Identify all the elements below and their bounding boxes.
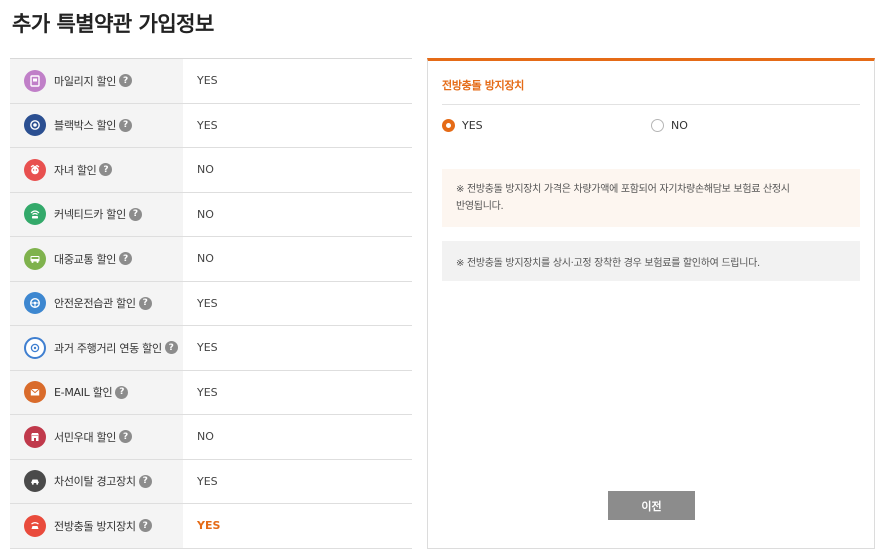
option-label: 대중교통 할인 — [54, 252, 117, 266]
option-label-cell: 차선이탈 경고장치 ? — [10, 459, 183, 503]
prev-button[interactable]: 이전 — [608, 491, 695, 520]
help-icon[interactable]: ? — [119, 74, 133, 88]
option-label-cell: 과거 주행거리 연동 할인 ? — [10, 326, 183, 370]
help-icon[interactable]: ? — [119, 430, 133, 444]
discount-option-list: 마일리지 할인 ? YES 블랙박스 할인 ? YES 자녀 할인 ? NO 커… — [10, 58, 412, 549]
option-label: 과거 주행거리 연동 할인 — [54, 341, 162, 355]
option-row-safe-driving: 안전운전습관 할인 ? YES — [10, 281, 412, 326]
option-row-email: E-MAIL 할인 ? YES — [10, 370, 412, 415]
connected-car-icon — [24, 203, 46, 226]
yes-radio-label: YES — [462, 119, 483, 132]
option-value: YES — [183, 370, 412, 414]
odometer-icon — [24, 336, 46, 359]
help-icon[interactable]: ? — [115, 385, 129, 399]
option-row-mileage: 마일리지 할인 ? YES — [10, 59, 412, 104]
help-icon[interactable]: ? — [128, 207, 142, 221]
option-row-collision-warning[interactable]: 전방충돌 방지장치 ? YES — [10, 504, 412, 549]
option-row-blackbox: 블랙박스 할인 ? YES — [10, 103, 412, 148]
help-icon[interactable]: ? — [99, 163, 113, 177]
option-label: 블랙박스 할인 — [54, 119, 117, 133]
no-radio[interactable]: NO — [651, 119, 688, 132]
option-label-cell: 블랙박스 할인 ? — [10, 103, 183, 147]
mileage-icon — [24, 69, 46, 92]
discount-notice-text: ※ 전방충돌 방지장치를 상시·고정 장착한 경우 보험료를 할인하여 드립니다… — [456, 257, 760, 269]
price-notice-line2: 반영됩니다. — [456, 201, 504, 212]
help-icon[interactable]: ? — [138, 296, 152, 310]
option-value: YES — [183, 326, 412, 370]
option-label: E-MAIL 할인 — [54, 386, 113, 400]
price-notice-line1: ※ 전방충돌 방지장치 가격은 차량가액에 포함되어 자기차량손해담보 보험료 … — [456, 184, 790, 195]
option-label-cell: E-MAIL 할인 ? — [10, 370, 183, 414]
child-icon — [24, 158, 46, 181]
option-label: 전방충돌 방지장치 — [54, 519, 136, 533]
safe-driving-icon — [24, 292, 46, 315]
option-value: YES — [183, 281, 412, 325]
page-title: 추가 특별약관 가입정보 — [12, 12, 214, 36]
option-value: YES — [183, 504, 412, 548]
radio-selected-icon — [442, 119, 455, 132]
option-value: YES — [183, 103, 412, 147]
option-label: 커넥티드카 할인 — [54, 208, 126, 222]
option-value: NO — [183, 415, 412, 459]
panel-title: 전방충돌 방지장치 — [442, 79, 525, 92]
discount-notice: ※ 전방충돌 방지장치를 상시·고정 장착한 경우 보험료를 할인하여 드립니다… — [442, 241, 860, 281]
help-icon[interactable]: ? — [119, 118, 133, 132]
help-icon[interactable]: ? — [164, 341, 178, 355]
option-label-cell: 커넥티드카 할인 ? — [10, 192, 183, 236]
option-label-cell: 안전운전습관 할인 ? — [10, 281, 183, 325]
price-notice: ※ 전방충돌 방지장치 가격은 차량가액에 포함되어 자기차량손해담보 보험료 … — [442, 169, 860, 227]
option-row-past-mileage: 과거 주행거리 연동 할인 ? YES — [10, 326, 412, 371]
lane-departure-icon — [24, 470, 46, 493]
option-label: 서민우대 할인 — [54, 430, 117, 444]
option-value: NO — [183, 237, 412, 281]
collision-warning-icon — [24, 514, 46, 537]
option-row-connected-car: 커넥티드카 할인 ? NO — [10, 192, 412, 237]
no-radio-label: NO — [671, 119, 688, 132]
option-label: 안전운전습관 할인 — [54, 297, 136, 311]
option-label-cell: 마일리지 할인 ? — [10, 59, 183, 103]
option-value: NO — [183, 192, 412, 236]
option-value: YES — [183, 459, 412, 503]
email-icon — [24, 381, 46, 404]
option-row-child: 자녀 할인 ? NO — [10, 148, 412, 193]
option-label-cell: 서민우대 할인 ? — [10, 415, 183, 459]
radio-unselected-icon — [651, 119, 664, 132]
option-label-cell: 전방충돌 방지장치 ? — [10, 504, 183, 548]
option-label: 자녀 할인 — [54, 163, 97, 177]
option-row-low-income: 서민우대 할인 ? NO — [10, 415, 412, 460]
blackbox-icon — [24, 114, 46, 137]
yes-radio[interactable]: YES — [442, 119, 483, 132]
option-label: 차선이탈 경고장치 — [54, 475, 136, 489]
option-value: YES — [183, 59, 412, 103]
store-icon — [24, 425, 46, 448]
option-label-cell: 대중교통 할인 ? — [10, 237, 183, 281]
option-label-cell: 자녀 할인 ? — [10, 148, 183, 192]
divider — [442, 104, 860, 105]
yes-no-radio-group: YES NO — [442, 119, 860, 135]
option-label: 마일리지 할인 — [54, 74, 117, 88]
bus-icon — [24, 247, 46, 270]
help-icon[interactable]: ? — [119, 252, 133, 266]
detail-panel: 전방충돌 방지장치 YES NO ※ 전방충돌 방지장치 가격은 차량가액에 포… — [427, 58, 875, 549]
help-icon[interactable]: ? — [138, 474, 152, 488]
option-row-lane-departure: 차선이탈 경고장치 ? YES — [10, 459, 412, 504]
option-value: NO — [183, 148, 412, 192]
help-icon[interactable]: ? — [138, 519, 152, 533]
option-row-public-transport: 대중교통 할인 ? NO — [10, 237, 412, 282]
